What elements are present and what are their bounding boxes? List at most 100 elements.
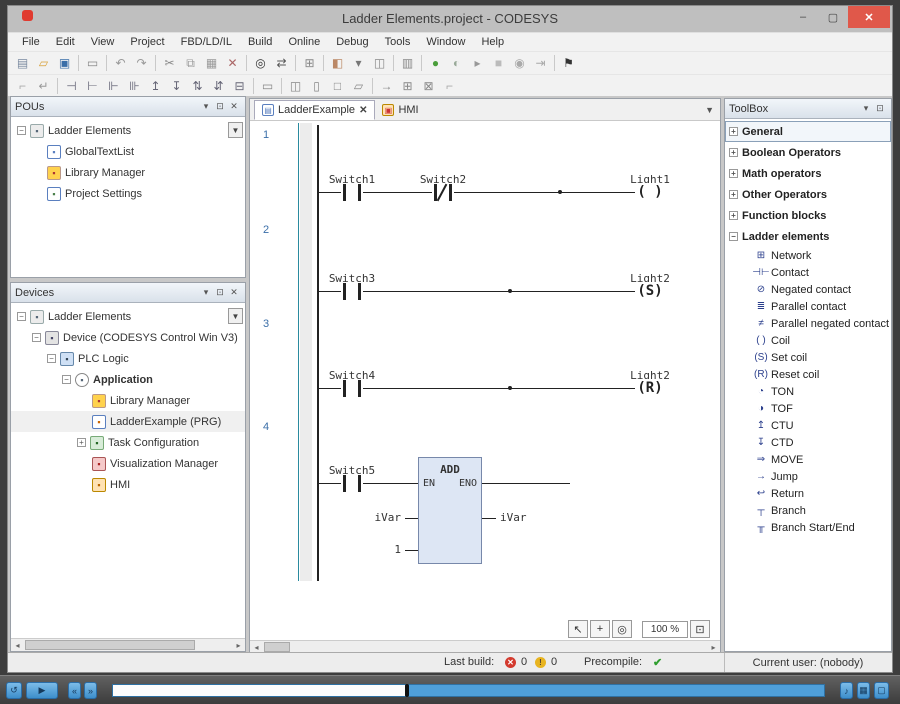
goto-icon[interactable]: →: [376, 77, 397, 95]
network-tool-icon[interactable]: ⊞: [397, 77, 418, 95]
tree-item-library-manager[interactable]: ▪Library Manager: [11, 162, 245, 183]
parallel-tool-icon[interactable]: ⊩: [103, 77, 124, 95]
toolbox-item-parallel-contact[interactable]: ≣Parallel contact: [725, 298, 891, 315]
menu-help[interactable]: Help: [473, 36, 512, 48]
panel-menu-icon[interactable]: ▾: [859, 103, 873, 114]
dropdown-icon[interactable]: ▾: [348, 54, 369, 72]
operand-label[interactable]: iVar: [500, 511, 544, 524]
breakpoint-icon[interactable]: ◉: [509, 54, 530, 72]
toolbox-item-parallel-negated-contact[interactable]: ≠Parallel negated contact: [725, 315, 891, 332]
new-project-icon[interactable]: ▤: [12, 54, 33, 72]
tool-icon[interactable]: ⚑: [558, 54, 579, 72]
expander-icon[interactable]: −: [62, 375, 71, 384]
expander-icon[interactable]: +: [729, 148, 738, 157]
contact-switch3[interactable]: [341, 283, 363, 300]
play-button[interactable]: ▶: [26, 682, 58, 699]
toolbox-item-return[interactable]: ↩Return: [725, 485, 891, 502]
operand-label[interactable]: iVar: [353, 511, 401, 524]
tree-item-application[interactable]: −▪Application: [11, 369, 245, 390]
seek-bar[interactable]: [112, 684, 825, 697]
tree-item-visualization-manager[interactable]: ▪Visualization Manager: [11, 453, 245, 474]
paste-icon[interactable]: ▦: [201, 54, 222, 72]
edge-up-icon[interactable]: ↥: [145, 77, 166, 95]
contact-switch4[interactable]: [341, 380, 363, 397]
maximize-button[interactable]: ▢: [818, 6, 848, 28]
tree-item-ladder-elements[interactable]: −▪Ladder Elements: [11, 306, 245, 327]
network-number[interactable]: 2: [258, 224, 274, 236]
coil-tool2-icon[interactable]: ⇵: [208, 77, 229, 95]
expander-icon[interactable]: +: [729, 190, 738, 199]
zoom-level-box[interactable]: 100 %: [642, 621, 688, 638]
delete-net-icon[interactable]: ⊠: [418, 77, 439, 95]
toolbox-category-function-blocks[interactable]: +Function blocks: [725, 205, 891, 226]
parallel-tool2-icon[interactable]: ⊪: [124, 77, 145, 95]
toolbox-item-move[interactable]: ⇒MOVE: [725, 451, 891, 468]
ladder-canvas[interactable]: 1 2 3 4 Switch1 Switch2 Light1: [250, 121, 720, 618]
toolbox-item-ctu[interactable]: ↥CTU: [725, 417, 891, 434]
toolbox-category-other-operators[interactable]: +Other Operators: [725, 184, 891, 205]
toolbox-item-contact[interactable]: ⊣⊢Contact: [725, 264, 891, 281]
seek-bar-playhead[interactable]: [405, 684, 409, 697]
panel-menu-icon[interactable]: ▾: [199, 287, 213, 298]
prev-frame-button[interactable]: «: [68, 682, 81, 699]
find-icon[interactable]: ◎: [250, 54, 271, 72]
save-icon[interactable]: ▣: [54, 54, 75, 72]
set-coil-light2[interactable]: (S): [635, 282, 665, 300]
tab-hmi[interactable]: ▣ HMI: [375, 100, 425, 120]
gateway-icon[interactable]: ●: [425, 54, 446, 72]
fullscreen-button[interactable]: ▢: [874, 682, 889, 699]
toolbox-item-set-coil[interactable]: (S)Set coil: [725, 349, 891, 366]
negate-icon[interactable]: ⊟: [229, 77, 250, 95]
toolbox-item-jump[interactable]: →Jump: [725, 468, 891, 485]
tab-close-icon[interactable]: ✕: [359, 105, 367, 116]
coil-light1[interactable]: ( ): [635, 183, 665, 201]
minimize-button[interactable]: ‒: [788, 6, 818, 28]
devices-hscrollbar[interactable]: ◂ ▸: [11, 638, 245, 651]
tree-item-ladder-elements[interactable]: −▪Ladder Elements: [11, 120, 245, 141]
contact-switch1[interactable]: [341, 184, 363, 201]
menu-window[interactable]: Window: [418, 36, 473, 48]
view-selector-dropdown[interactable]: ▼: [228, 308, 243, 324]
tab-list-dropdown-icon[interactable]: ▼: [705, 105, 714, 115]
toolbox-category-math-operators[interactable]: +Math operators: [725, 163, 891, 184]
tree-item-library-manager[interactable]: ▪Library Manager: [11, 390, 245, 411]
tree-item-plc-logic[interactable]: −▪PLC Logic: [11, 348, 245, 369]
expander-icon[interactable]: +: [729, 169, 738, 178]
close-icon[interactable]: ✕: [227, 287, 241, 298]
edge-down-icon[interactable]: ↧: [166, 77, 187, 95]
volume-button[interactable]: ♪: [840, 682, 853, 699]
toolbox-item-ton[interactable]: ◔TON: [725, 383, 891, 400]
panel-menu-icon[interactable]: ▾: [199, 101, 213, 112]
menu-fbdldil[interactable]: FBD/LD/IL: [173, 36, 240, 48]
tree-item-project-settings[interactable]: ▪Project Settings: [11, 183, 245, 204]
contact-tool-icon[interactable]: ⊣: [61, 77, 82, 95]
network-number[interactable]: 1: [258, 129, 274, 141]
menu-tools[interactable]: Tools: [377, 36, 419, 48]
tree-item-task-configuration[interactable]: +▪Task Configuration: [11, 432, 245, 453]
expander-icon[interactable]: +: [77, 438, 86, 447]
zoom-fit-button[interactable]: ⊡: [690, 620, 710, 638]
toolbox-item-network[interactable]: ⊞Network: [725, 247, 891, 264]
branch-tool-icon[interactable]: ▱: [348, 77, 369, 95]
toolbox-item-tof[interactable]: ◑TOF: [725, 400, 891, 417]
tree-item-ladderexample-prg-[interactable]: ▪LadderExample (PRG): [11, 411, 245, 432]
open-project-icon[interactable]: ▱: [33, 54, 54, 72]
stop-icon[interactable]: ■: [488, 54, 509, 72]
reset-coil-light2[interactable]: (R): [635, 379, 665, 397]
expander-icon[interactable]: −: [17, 312, 26, 321]
run-icon[interactable]: ▸: [467, 54, 488, 72]
box-icon[interactable]: ▭: [257, 77, 278, 95]
pan-tool-button[interactable]: +: [590, 620, 610, 638]
close-button[interactable]: ✕: [848, 6, 890, 28]
expander-icon[interactable]: −: [17, 126, 26, 135]
view-selector-dropdown[interactable]: ▼: [228, 122, 243, 138]
expander-icon[interactable]: −: [32, 333, 41, 342]
tree-item-globaltextlist[interactable]: ▪GlobalTextList: [11, 141, 245, 162]
pointer-tool-button[interactable]: ↖: [568, 620, 588, 638]
scroll-thumb[interactable]: [264, 642, 290, 652]
toolbox-item-reset-coil[interactable]: (R)Reset coil: [725, 366, 891, 383]
print-icon[interactable]: ▭: [82, 54, 103, 72]
redo-icon[interactable]: ↷: [131, 54, 152, 72]
menu-view[interactable]: View: [83, 36, 123, 48]
expander-icon[interactable]: −: [47, 354, 56, 363]
